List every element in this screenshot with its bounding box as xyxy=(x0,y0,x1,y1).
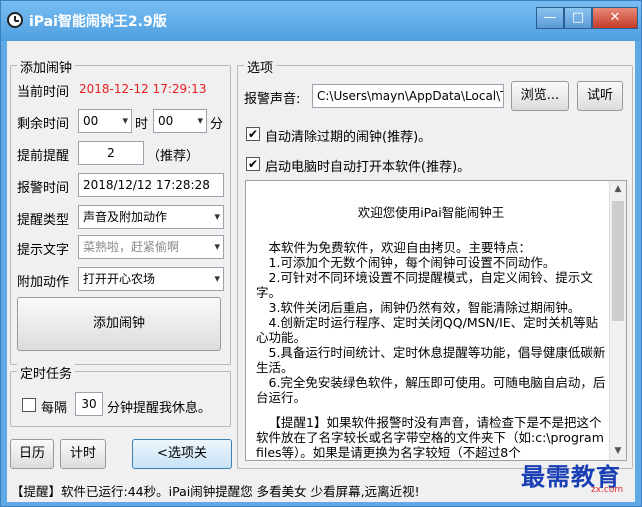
hour-unit: 时 xyxy=(135,117,149,132)
minute-select[interactable]: 00 ▾ xyxy=(153,109,207,133)
intro-line: 5.具备运行时间统计、定时休息提醒等功能，倡导健康低碳新生活。 xyxy=(256,345,606,375)
extra-action-select[interactable]: 打开开心农场 ▾ xyxy=(78,267,224,291)
remind-type-label: 提醒类型 xyxy=(17,213,70,228)
remind-type-select[interactable]: 声音及附加动作 ▾ xyxy=(78,205,224,229)
test-sound-button[interactable]: 试听 xyxy=(577,81,623,111)
intro-line: 2.可针对不同环境设置不同提醒模式，自定义闹铃、提示文字。 xyxy=(256,270,593,300)
chevron-down-icon: ▾ xyxy=(197,114,203,127)
advance-remind-note: （推荐） xyxy=(147,149,200,164)
remind-type-value: 声音及附加动作 xyxy=(83,210,168,224)
interval-suffix: 分钟提醒我休息。 xyxy=(107,401,212,416)
minute-value: 00 xyxy=(158,114,174,128)
remaining-time-label: 剩余时间 xyxy=(17,117,70,132)
add-alarm-button[interactable]: 添加闹钟 xyxy=(17,297,221,351)
scheduled-task-group-title: 定时任务 xyxy=(17,363,76,382)
alarm-time-label: 报警时间 xyxy=(17,181,70,196)
browse-button[interactable]: 浏览... xyxy=(511,81,569,111)
hour-select[interactable]: 00 ▾ xyxy=(78,109,132,133)
hour-value: 00 xyxy=(83,114,99,128)
advance-remind-label: 提前提醒 xyxy=(17,149,70,164)
minimize-button[interactable]: — xyxy=(536,7,564,29)
close-icon: ✕ xyxy=(609,10,621,25)
minimize-icon: — xyxy=(543,10,557,25)
minute-unit: 分 xyxy=(210,117,224,132)
intro-title: 欢迎您使用iPai智能闹钟王 xyxy=(357,205,505,220)
rest-reminder-checkbox[interactable] xyxy=(22,398,36,412)
chevron-down-icon: ▾ xyxy=(214,240,220,253)
every-label: 每隔 xyxy=(41,401,68,416)
chevron-down-icon: ▾ xyxy=(122,114,128,127)
intro-text: 欢迎您使用iPai智能闹钟王 本软件为免费软件，欢迎自由拷贝。主要特点： 1.可… xyxy=(256,205,606,460)
auto-start-label: 启动电脑时自动打开本软件(推荐)。 xyxy=(265,160,471,175)
watermark-sub: zx.com xyxy=(591,485,624,495)
title-bar[interactable]: iPai智能闹钟王2.9版 — □ ✕ xyxy=(1,1,641,41)
chevron-down-icon: ▾ xyxy=(214,210,220,223)
chevron-down-icon: ▾ xyxy=(214,272,220,285)
intro-line: 3.软件关闭后重启，闹钟仍然有效，智能清除过期闹钟。 xyxy=(268,300,581,315)
current-time-value: 2018-12-12 17:29:13 xyxy=(79,82,207,96)
alarm-time-input[interactable]: 2018/12/12 17:28:28 xyxy=(78,173,224,197)
options-toggle-button[interactable]: <选项关 xyxy=(132,439,232,469)
intro-textarea[interactable]: 欢迎您使用iPai智能闹钟王 本软件为免费软件，欢迎自由拷贝。主要特点： 1.可… xyxy=(245,180,627,461)
checkmark-icon: ✔ xyxy=(247,127,259,141)
auto-start-checkbox[interactable]: ✔ xyxy=(246,157,260,171)
intro-line: 6.完全免安装绿色软件，解压即可使用。可随电脑自启动，后台运行。 xyxy=(256,375,606,405)
interval-input[interactable]: 30 xyxy=(75,392,103,416)
alarm-sound-path-input[interactable]: C:\Users\mayn\AppData\Local\T xyxy=(312,84,504,108)
alarm-sound-label: 报警声音: xyxy=(244,92,301,107)
alarm-clock-icon xyxy=(7,12,23,28)
maximize-icon: □ xyxy=(571,10,585,25)
client-area: 添加闹钟 当前时间 2018-12-12 17:29:13 剩余时间 00 ▾ … xyxy=(7,41,635,502)
checkmark-icon: ✔ xyxy=(247,157,259,171)
intro-tip: 【提醒1】如果软件报警时没有声音，请检查下是不是把这个软件放在了名字较长或名字带… xyxy=(256,415,604,460)
close-button[interactable]: ✕ xyxy=(592,7,638,29)
timer-button[interactable]: 计时 xyxy=(60,439,106,469)
scroll-thumb[interactable] xyxy=(612,201,624,321)
intro-line: 1.可添加个无数个闹钟，每个闹钟可设置不同动作。 xyxy=(268,255,556,270)
prompt-text-placeholder: 菜熟啦，赶紧偷啊 xyxy=(83,240,180,254)
add-alarm-group-title: 添加闹钟 xyxy=(17,57,76,76)
intro-line: 4.创新定时运行程序、定时关闭QQ/MSN/IE、定时关机等贴心功能。 xyxy=(256,315,599,345)
calendar-button[interactable]: 日历 xyxy=(10,439,54,469)
options-group-title: 选项 xyxy=(244,57,277,76)
maximize-button[interactable]: □ xyxy=(564,7,592,29)
status-bar: 【提醒】软件已运行:44秒。iPai闹钟提醒您 多看美女 少看屏幕,远离近视! xyxy=(11,484,420,499)
auto-clear-checkbox[interactable]: ✔ xyxy=(246,127,260,141)
prompt-text-input[interactable]: 菜熟啦，赶紧偷啊 ▾ xyxy=(78,235,224,259)
intro-scrollbar[interactable]: ▲ ▼ xyxy=(609,181,626,460)
window-title: iPai智能闹钟王2.9版 xyxy=(29,14,167,30)
extra-action-label: 附加动作 xyxy=(17,275,70,290)
extra-action-value: 打开开心农场 xyxy=(83,272,156,286)
scroll-up-icon[interactable]: ▲ xyxy=(610,181,626,198)
advance-remind-input[interactable]: 2 xyxy=(78,141,144,165)
intro-line: 本软件为免费软件，欢迎自由拷贝。主要特点： xyxy=(268,240,532,255)
app-window: iPai智能闹钟王2.9版 — □ ✕ 添加闹钟 当前时间 2018-12-12… xyxy=(0,0,642,507)
auto-clear-label: 自动清除过期的闹钟(推荐)。 xyxy=(265,130,432,145)
prompt-text-label: 提示文字 xyxy=(17,243,70,258)
current-time-label: 当前时间 xyxy=(17,85,70,100)
